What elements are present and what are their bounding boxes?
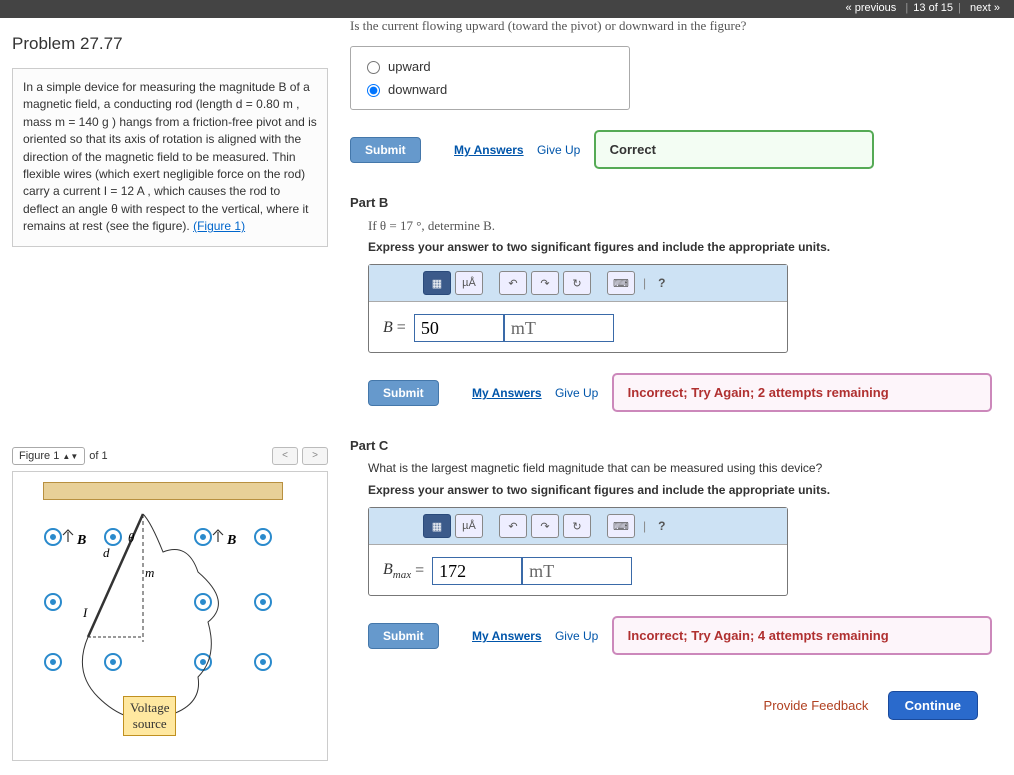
part-b-feedback: Incorrect; Try Again; 2 attempts remaini…	[612, 373, 992, 412]
part-a-question: Is the current flowing upward (toward th…	[350, 18, 994, 34]
part-a-feedback: Correct	[594, 130, 874, 169]
part-b-unit-input[interactable]	[504, 314, 614, 342]
option-upward[interactable]	[367, 61, 380, 74]
part-a-options: upward downward	[350, 46, 630, 110]
part-a-myanswers-link[interactable]: My Answers	[454, 143, 524, 157]
figure-prev-button[interactable]: <	[272, 447, 298, 465]
reset-icon[interactable]: ↻	[563, 514, 591, 538]
undo-icon[interactable]: ↶	[499, 271, 527, 295]
redo-icon[interactable]: ↷	[531, 271, 559, 295]
help-icon[interactable]: ?	[658, 276, 665, 290]
figure-next-button[interactable]: >	[302, 447, 328, 465]
part-a-giveup-link[interactable]: Give Up	[537, 143, 580, 157]
figure-panel: B B θ d m I Voltagesource	[12, 471, 328, 761]
problem-description: In a simple device for measuring the mag…	[12, 68, 328, 247]
part-c-value-input[interactable]	[432, 557, 522, 585]
part-c-variable: Bmax	[383, 561, 411, 581]
part-c-feedback: Incorrect; Try Again; 4 attempts remaini…	[612, 616, 992, 655]
provide-feedback-link[interactable]: Provide Feedback	[764, 698, 869, 713]
part-b-variable: B	[383, 319, 393, 337]
prev-link[interactable]: « previous	[846, 2, 897, 14]
svg-text:B: B	[76, 533, 86, 548]
part-b-submit-button[interactable]: Submit	[368, 380, 439, 406]
keyboard-icon[interactable]: ⌨	[607, 514, 635, 538]
part-c-myanswers-link[interactable]: My Answers	[472, 629, 542, 643]
svg-text:θ: θ	[128, 530, 135, 545]
svg-text:I: I	[82, 605, 88, 620]
part-c-answer-box: ▦ µÅ ↶ ↷ ↻ ⌨ | ? Bmax =	[368, 507, 788, 596]
next-link[interactable]: next »	[970, 2, 1000, 14]
help-icon[interactable]: ?	[658, 519, 665, 533]
figure-link[interactable]: (Figure 1)	[193, 219, 245, 233]
part-b-title: Part B	[350, 195, 994, 210]
svg-text:m: m	[145, 565, 154, 580]
part-b-toolbar: ▦ µÅ ↶ ↷ ↻ ⌨ | ?	[369, 265, 787, 302]
top-nav: « previous | 13 of 15 | next »	[0, 0, 1014, 18]
continue-button[interactable]: Continue	[888, 691, 978, 720]
part-c-submit-button[interactable]: Submit	[368, 623, 439, 649]
nav-position: 13 of 15	[913, 2, 953, 14]
units-icon[interactable]: µÅ	[455, 271, 483, 295]
part-c-title: Part C	[350, 438, 994, 453]
part-c-question: What is the largest magnetic field magni…	[368, 461, 994, 475]
template-icon[interactable]: ▦	[423, 514, 451, 538]
reset-icon[interactable]: ↻	[563, 271, 591, 295]
units-icon[interactable]: µÅ	[455, 514, 483, 538]
problem-title: Problem 27.77	[12, 34, 328, 54]
figure-selector[interactable]: Figure 1 ▲▼	[12, 447, 85, 465]
part-b-giveup-link[interactable]: Give Up	[555, 386, 598, 400]
part-c-giveup-link[interactable]: Give Up	[555, 629, 598, 643]
part-c-instructions: Express your answer to two significant f…	[368, 483, 994, 497]
option-downward[interactable]	[367, 84, 380, 97]
figure-count: of 1	[89, 450, 107, 462]
part-b-value-input[interactable]	[414, 314, 504, 342]
undo-icon[interactable]: ↶	[499, 514, 527, 538]
part-b-myanswers-link[interactable]: My Answers	[472, 386, 542, 400]
part-b-question: If θ = 17 °, determine B.	[368, 218, 994, 234]
redo-icon[interactable]: ↷	[531, 514, 559, 538]
svg-text:d: d	[103, 545, 110, 560]
keyboard-icon[interactable]: ⌨	[607, 271, 635, 295]
template-icon[interactable]: ▦	[423, 271, 451, 295]
part-a-submit-button[interactable]: Submit	[350, 137, 421, 163]
voltage-source-label: Voltagesource	[123, 696, 176, 736]
part-c-unit-input[interactable]	[522, 557, 632, 585]
part-c-toolbar: ▦ µÅ ↶ ↷ ↻ ⌨ | ?	[369, 508, 787, 545]
svg-text:B: B	[226, 533, 236, 548]
part-b-instructions: Express your answer to two significant f…	[368, 240, 994, 254]
part-b-answer-box: ▦ µÅ ↶ ↷ ↻ ⌨ | ? B =	[368, 264, 788, 353]
